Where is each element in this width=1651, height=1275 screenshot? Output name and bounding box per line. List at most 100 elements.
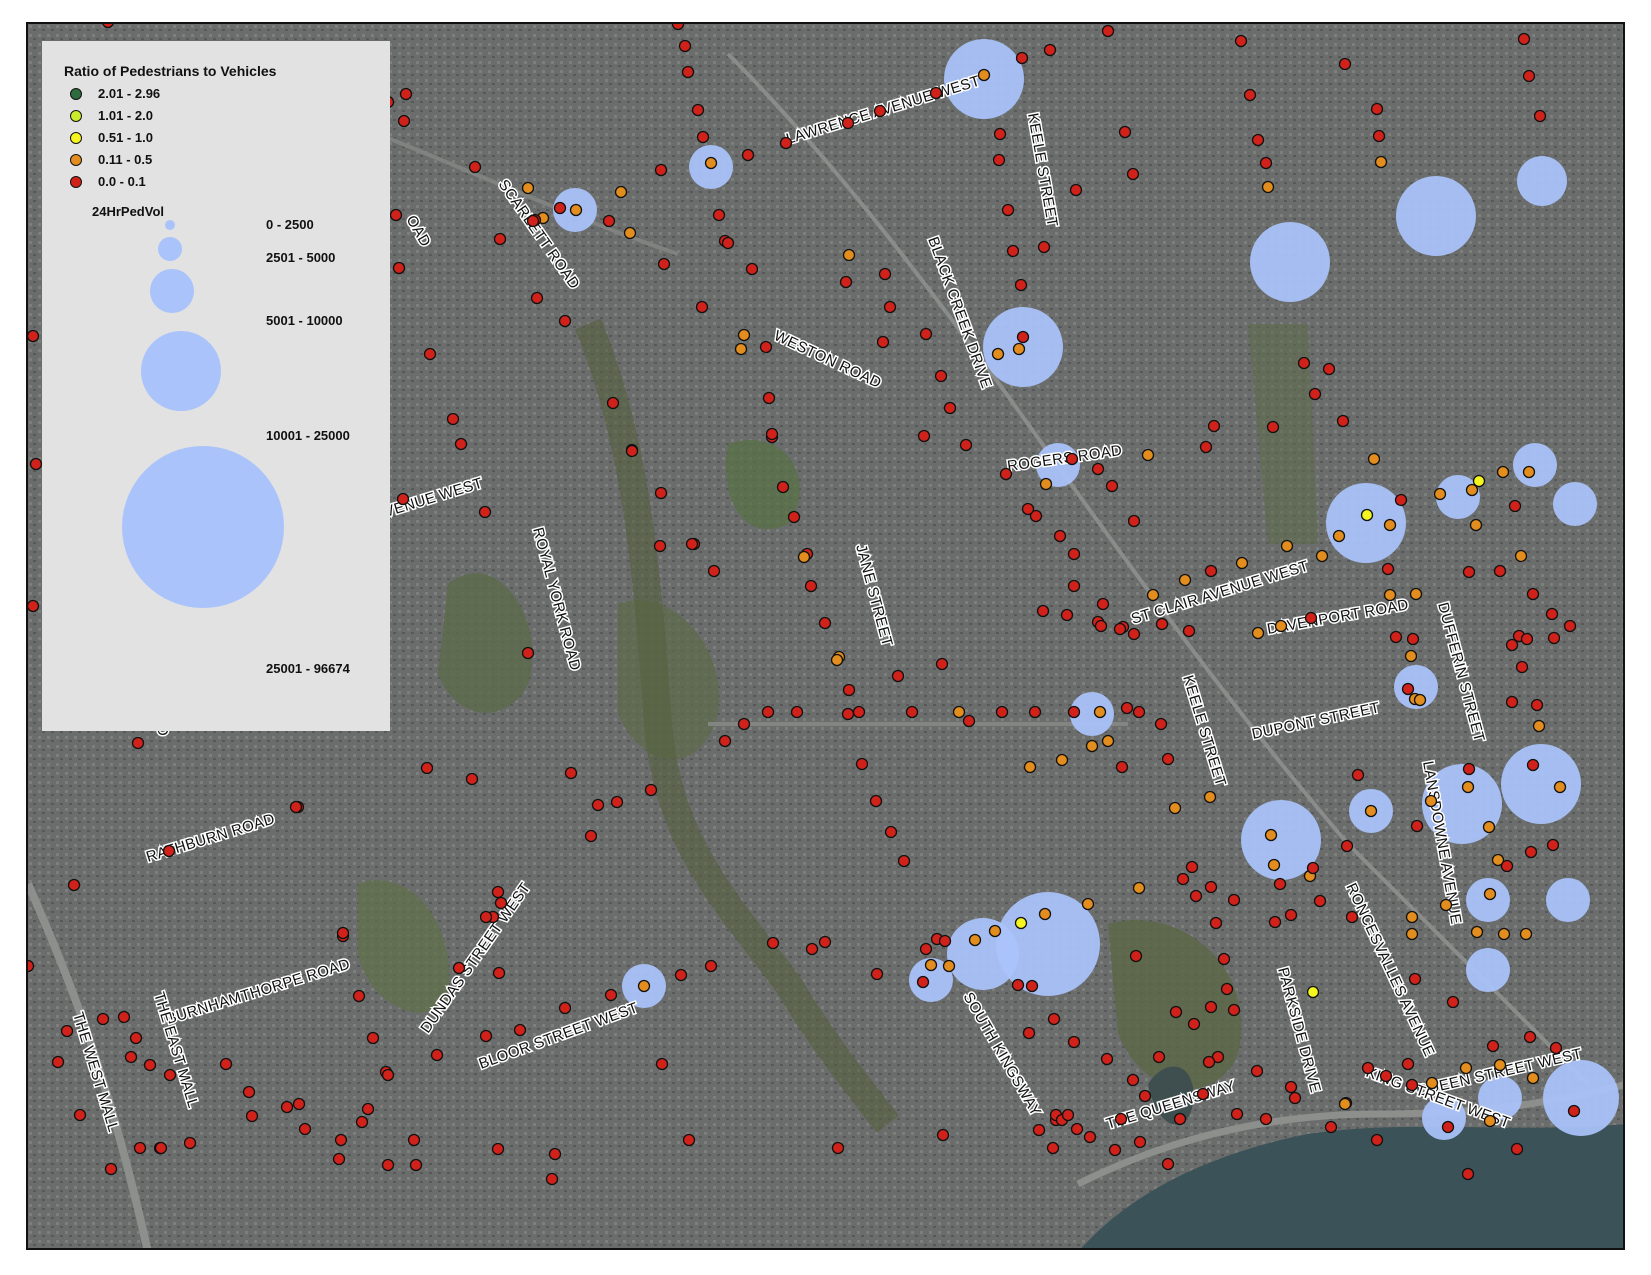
ratio-point[interactable]	[1549, 1041, 1563, 1055]
ratio-point[interactable]	[712, 208, 726, 222]
ratio-point[interactable]	[492, 966, 506, 980]
ratio-point[interactable]	[762, 391, 776, 405]
ratio-point[interactable]	[1526, 758, 1540, 772]
ratio-point[interactable]	[154, 1141, 168, 1155]
ratio-point[interactable]	[352, 989, 366, 1003]
ratio-point[interactable]	[60, 1024, 74, 1038]
ratio-point[interactable]	[988, 924, 1002, 938]
ratio-point[interactable]	[420, 761, 434, 775]
ratio-point[interactable]	[1155, 617, 1169, 631]
ratio-point[interactable]	[381, 1158, 395, 1172]
ratio-point[interactable]	[602, 214, 616, 228]
ratio-point[interactable]	[818, 616, 832, 630]
ratio-point[interactable]	[671, 24, 685, 31]
ratio-point[interactable]	[765, 427, 779, 441]
ratio-point[interactable]	[117, 1010, 131, 1024]
ratio-point[interactable]	[1510, 1142, 1524, 1156]
ratio-point[interactable]	[521, 181, 535, 195]
ratio-point[interactable]	[1196, 1087, 1210, 1101]
ratio-point[interactable]	[1189, 889, 1203, 903]
ratio-point[interactable]	[1379, 1069, 1393, 1083]
ratio-point[interactable]	[1061, 1108, 1075, 1122]
ratio-point[interactable]	[1264, 828, 1278, 842]
ratio-point[interactable]	[1520, 632, 1534, 646]
ratio-point[interactable]	[1126, 167, 1140, 181]
ratio-point[interactable]	[28, 599, 40, 613]
ratio-point[interactable]	[1037, 240, 1051, 254]
ratio-point[interactable]	[1522, 465, 1536, 479]
ratio-point[interactable]	[934, 369, 948, 383]
ratio-point[interactable]	[491, 885, 505, 899]
ratio-point[interactable]	[779, 136, 793, 150]
ratio-point[interactable]	[935, 657, 949, 671]
ratio-point[interactable]	[1389, 630, 1403, 644]
ratio-point[interactable]	[1553, 780, 1567, 794]
ratio-point[interactable]	[1533, 109, 1547, 123]
ratio-point[interactable]	[1025, 979, 1039, 993]
ratio-point[interactable]	[644, 783, 658, 797]
ratio-point[interactable]	[657, 257, 671, 271]
ratio-point[interactable]	[1413, 693, 1427, 707]
ratio-point[interactable]	[942, 959, 956, 973]
ratio-point[interactable]	[479, 1029, 493, 1043]
ratio-point[interactable]	[553, 201, 567, 215]
ratio-point[interactable]	[1015, 51, 1029, 65]
ratio-point[interactable]	[430, 1048, 444, 1062]
ratio-point[interactable]	[584, 829, 598, 843]
ratio-point[interactable]	[1168, 801, 1182, 815]
ratio-point[interactable]	[1016, 330, 1030, 344]
ratio-point[interactable]	[1567, 1104, 1581, 1118]
ratio-point[interactable]	[1462, 565, 1476, 579]
ratio-point[interactable]	[242, 1085, 256, 1099]
ratio-point[interactable]	[1372, 129, 1386, 143]
ratio-point[interactable]	[104, 1162, 118, 1176]
ratio-point[interactable]	[1129, 949, 1143, 963]
ratio-point[interactable]	[1497, 927, 1511, 941]
ratio-point[interactable]	[1138, 1089, 1152, 1103]
ratio-point[interactable]	[831, 1141, 845, 1155]
ratio-point[interactable]	[1522, 69, 1536, 83]
ratio-point[interactable]	[685, 537, 699, 551]
ratio-point[interactable]	[1483, 887, 1497, 901]
ratio-point[interactable]	[494, 896, 508, 910]
ratio-point[interactable]	[397, 114, 411, 128]
ratio-point[interactable]	[1243, 88, 1257, 102]
ratio-point[interactable]	[1069, 183, 1083, 197]
ratio-point[interactable]	[1204, 880, 1218, 894]
ratio-point[interactable]	[610, 795, 624, 809]
ratio-point[interactable]	[604, 988, 618, 1002]
ratio-point[interactable]	[1526, 1071, 1540, 1085]
ratio-point[interactable]	[1126, 1073, 1140, 1087]
ratio-point[interactable]	[392, 261, 406, 275]
ratio-point[interactable]	[678, 39, 692, 53]
ratio-point[interactable]	[1141, 448, 1155, 462]
ratio-point[interactable]	[1251, 626, 1265, 640]
ratio-point[interactable]	[1273, 877, 1287, 891]
ratio-point[interactable]	[1408, 972, 1422, 986]
ratio-point[interactable]	[280, 1100, 294, 1114]
ratio-point[interactable]	[133, 1141, 147, 1155]
ratio-point[interactable]	[1493, 1058, 1507, 1072]
ratio-point[interactable]	[1060, 608, 1074, 622]
ratio-point[interactable]	[1234, 34, 1248, 48]
ratio-point[interactable]	[737, 717, 751, 731]
ratio-point[interactable]	[919, 942, 933, 956]
ratio-point[interactable]	[759, 340, 773, 354]
ratio-point[interactable]	[741, 148, 755, 162]
ratio-point[interactable]	[1394, 493, 1408, 507]
ratio-point[interactable]	[1361, 1061, 1375, 1075]
ratio-point[interactable]	[1220, 982, 1234, 996]
ratio-point[interactable]	[1227, 1003, 1241, 1017]
ratio-point[interactable]	[655, 1057, 669, 1071]
ratio-point[interactable]	[1405, 927, 1419, 941]
ratio-point[interactable]	[1114, 1112, 1128, 1126]
ratio-point[interactable]	[1023, 760, 1037, 774]
ratio-point[interactable]	[1360, 508, 1374, 522]
ratio-point[interactable]	[162, 844, 176, 858]
ratio-point[interactable]	[1496, 465, 1510, 479]
ratio-point[interactable]	[891, 669, 905, 683]
ratio-point[interactable]	[1152, 1050, 1166, 1064]
ratio-point[interactable]	[1530, 698, 1544, 712]
ratio-point[interactable]	[992, 153, 1006, 167]
ratio-point[interactable]	[1370, 102, 1384, 116]
